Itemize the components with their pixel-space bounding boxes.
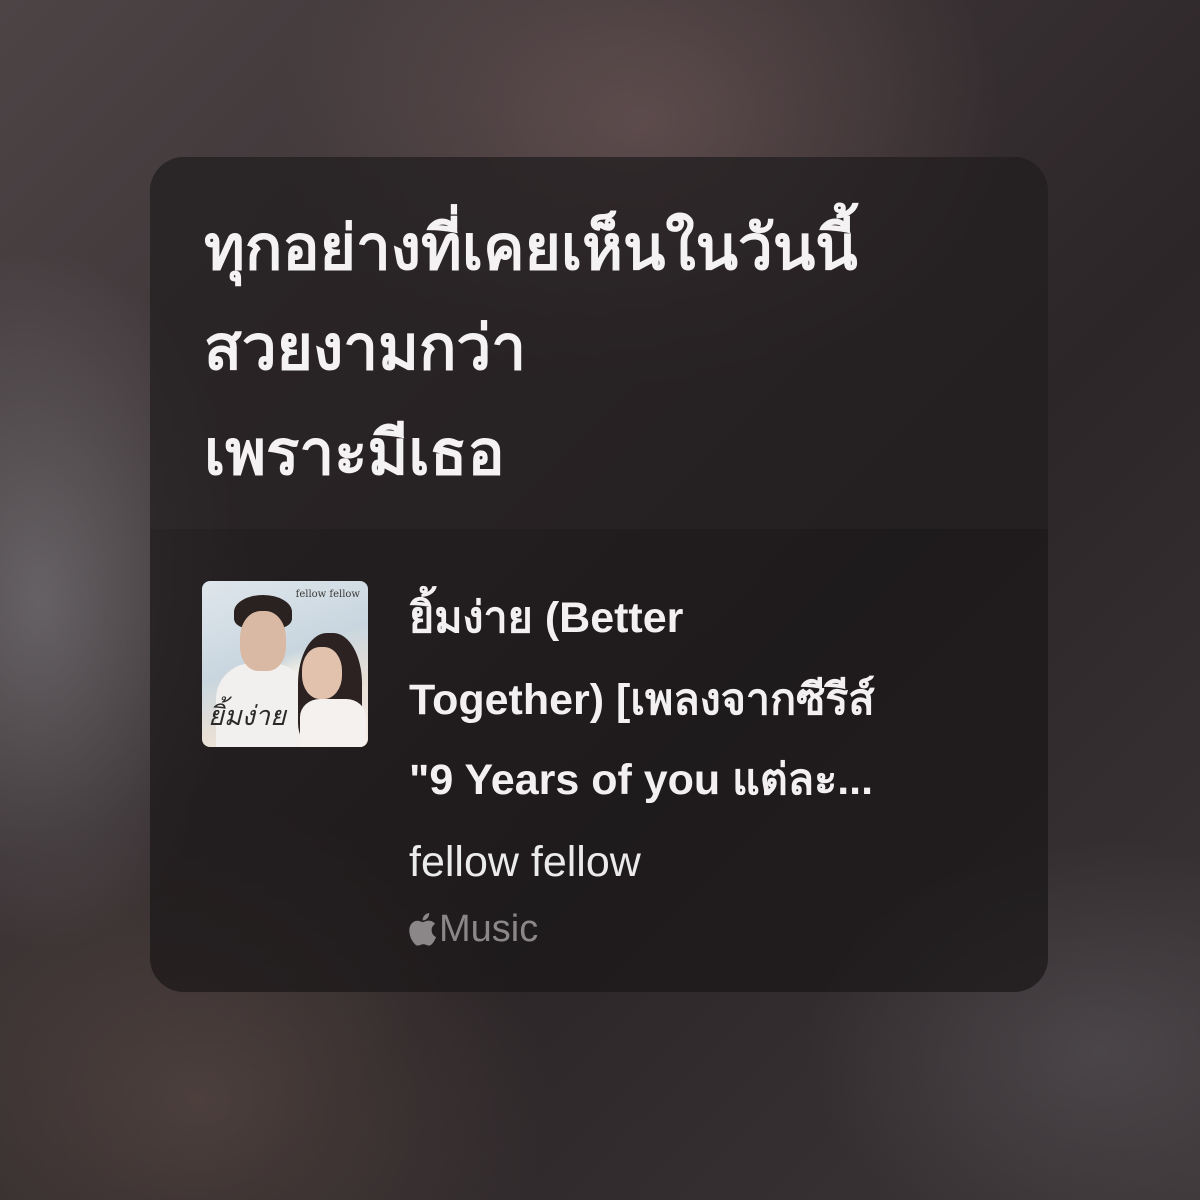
song-title-line: ยิ้มง่าย (Better <box>409 594 684 642</box>
apple-music-badge: Music <box>407 910 538 948</box>
artwork-figure <box>300 699 366 747</box>
song-title-line: Together) [เพลงจากซีรีส์ <box>409 676 875 724</box>
service-label: Music <box>439 908 539 950</box>
lyrics-share-card: ทุกอย่างที่เคยเห็นในวันนี้ สวยงามกว่า เพ… <box>150 157 1048 992</box>
lyric-line: เพราะมีเธอ <box>204 416 505 489</box>
album-artwork[interactable]: fellow fellow ยิ้มง่าย <box>202 581 368 747</box>
artwork-figure <box>240 611 286 671</box>
song-info-section[interactable]: fellow fellow ยิ้มง่าย ยิ้มง่าย (Better … <box>150 529 1048 992</box>
artwork-artist-label: fellow fellow <box>295 589 360 600</box>
lyric-line: ทุกอย่างที่เคยเห็นในวันนี้ <box>204 211 858 284</box>
artwork-figure <box>302 647 342 699</box>
artwork-title: ยิ้มง่าย <box>208 701 286 732</box>
lyrics-section: ทุกอย่างที่เคยเห็นในวันนี้ สวยงามกว่า เพ… <box>150 157 1048 529</box>
apple-icon <box>409 913 437 946</box>
lyric-line: สวยงามกว่า <box>204 311 527 384</box>
artist-name: fellow fellow <box>409 838 641 886</box>
song-title-line: "9 Years of you แต่ละ... <box>409 756 874 804</box>
